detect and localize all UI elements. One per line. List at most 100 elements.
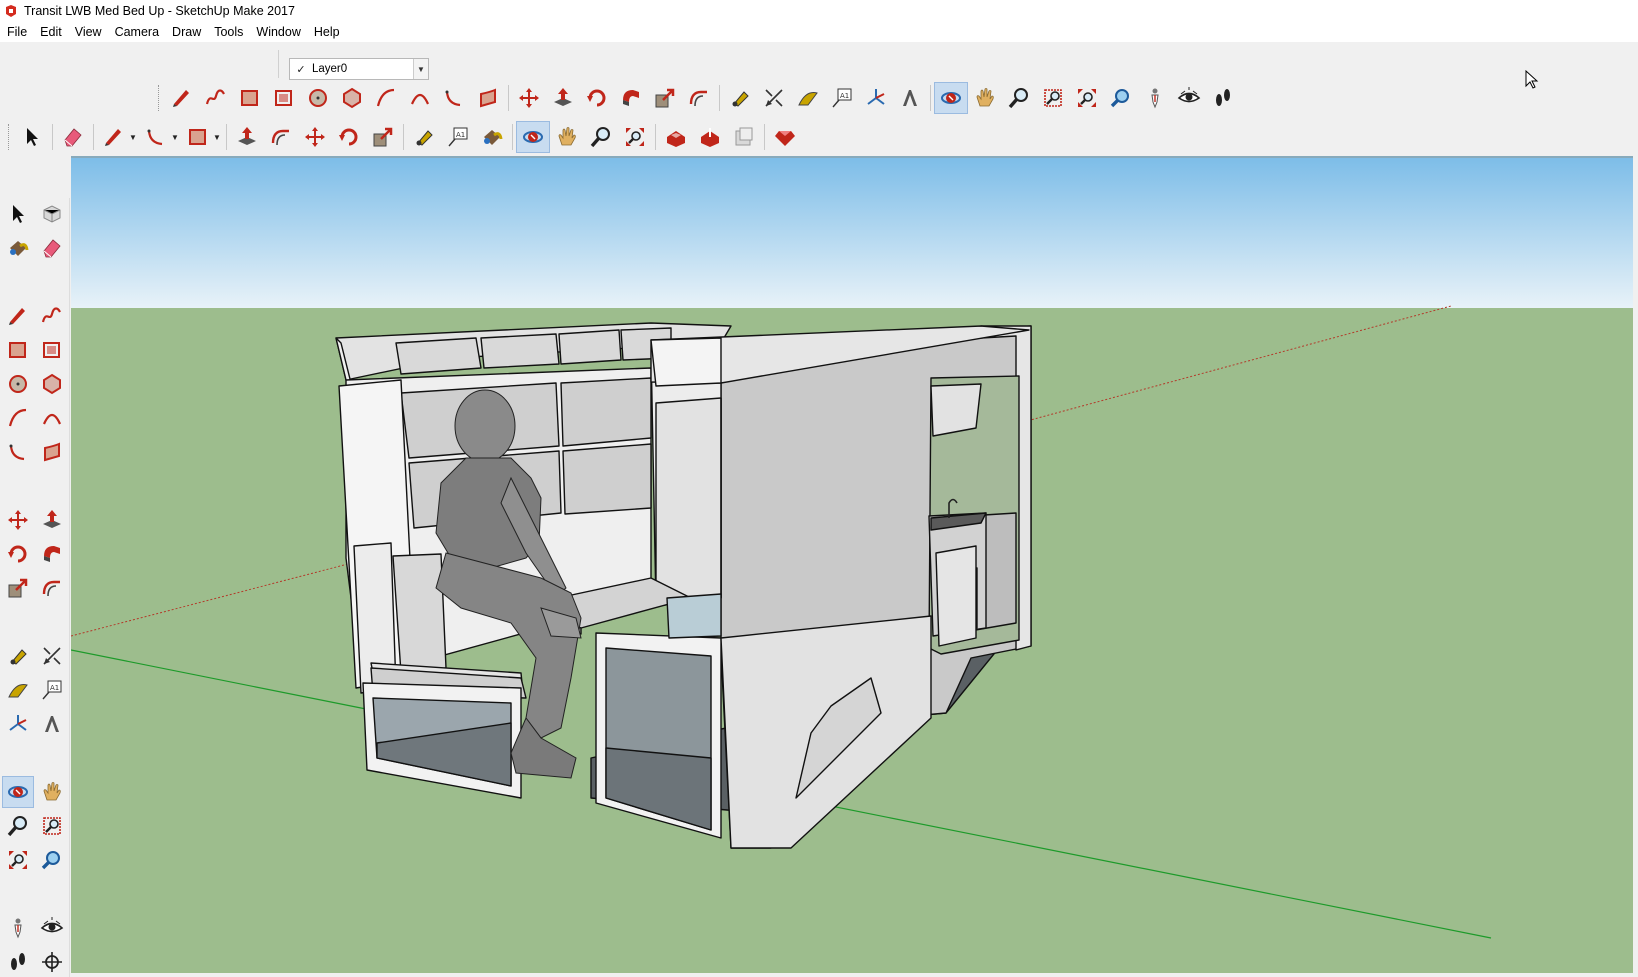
- follow-me-button[interactable]: [614, 82, 648, 114]
- zoom-extents-button-2[interactable]: [618, 121, 652, 153]
- previous-view-button[interactable]: [1104, 82, 1138, 114]
- circle-tool-button[interactable]: [301, 82, 335, 114]
- look-around-tool[interactable]: [36, 912, 68, 944]
- axes-tool-button[interactable]: [859, 82, 893, 114]
- 3d-scene[interactable]: [71, 158, 1633, 973]
- share-model-button[interactable]: [693, 121, 727, 153]
- eraser-tool-button[interactable]: [56, 121, 90, 153]
- two-point-arc-tool[interactable]: [36, 402, 68, 434]
- orbit-tool-button-2[interactable]: [516, 121, 550, 153]
- pie-tool[interactable]: [36, 436, 68, 468]
- toolbar-grip[interactable]: [8, 124, 11, 150]
- paint-bucket-tool[interactable]: [2, 232, 34, 264]
- position-camera-button[interactable]: [1138, 82, 1172, 114]
- move-tool[interactable]: [2, 504, 34, 536]
- arc-tool[interactable]: [2, 402, 34, 434]
- offset-tool[interactable]: [36, 572, 68, 604]
- arc-tool-button[interactable]: [369, 82, 403, 114]
- line-tool-button[interactable]: [165, 82, 199, 114]
- text-tool-button-2[interactable]: A1: [441, 121, 475, 153]
- protractor-button[interactable]: [791, 82, 825, 114]
- toolbar-grip[interactable]: [158, 85, 161, 111]
- extension-warehouse-button[interactable]: [768, 121, 802, 153]
- section-plane-tool[interactable]: [36, 946, 68, 977]
- freehand-tool[interactable]: [36, 300, 68, 332]
- select-tool-button[interactable]: [15, 121, 49, 153]
- position-camera-tool[interactable]: [2, 912, 34, 944]
- dimension-tool-button[interactable]: [757, 82, 791, 114]
- look-around-button[interactable]: [1172, 82, 1206, 114]
- menu-camera[interactable]: Camera: [110, 22, 164, 42]
- move-tool-button[interactable]: [512, 82, 546, 114]
- follow-me-tool[interactable]: [36, 538, 68, 570]
- pie-tool-button[interactable]: [471, 82, 505, 114]
- menu-file[interactable]: File: [2, 22, 32, 42]
- three-point-arc-tool[interactable]: [2, 436, 34, 468]
- 3d-text-tool[interactable]: [36, 708, 68, 740]
- zoom-extents-tool[interactable]: [2, 844, 34, 876]
- tape-measure-button-2[interactable]: [407, 121, 441, 153]
- pan-tool-button-2[interactable]: [550, 121, 584, 153]
- dimension-tool[interactable]: [36, 640, 68, 672]
- rotate-tool-button[interactable]: [580, 82, 614, 114]
- circle-tool[interactable]: [2, 368, 34, 400]
- move-tool-button-2[interactable]: [298, 121, 332, 153]
- zoom-window-tool[interactable]: [36, 810, 68, 842]
- rotate-tool[interactable]: [2, 538, 34, 570]
- text-tool-button[interactable]: A1: [825, 82, 859, 114]
- select-tool[interactable]: [2, 198, 34, 230]
- menu-draw[interactable]: Draw: [167, 22, 206, 42]
- model-viewport[interactable]: [71, 156, 1633, 973]
- scale-tool-button[interactable]: [648, 82, 682, 114]
- shape-tool-button[interactable]: [181, 121, 215, 153]
- 3d-warehouse-button[interactable]: [659, 121, 693, 153]
- rectangle-tool-button[interactable]: [233, 82, 267, 114]
- layer-select[interactable]: ✓ Layer0 ▼: [289, 58, 429, 80]
- rotated-rectangle-button[interactable]: [267, 82, 301, 114]
- polygon-tool-button[interactable]: [335, 82, 369, 114]
- menu-tools[interactable]: Tools: [209, 22, 248, 42]
- walk-tool-button[interactable]: [1206, 82, 1240, 114]
- pan-tool[interactable]: [36, 776, 68, 808]
- menu-help[interactable]: Help: [309, 22, 345, 42]
- push-pull-tool[interactable]: [36, 504, 68, 536]
- menu-view[interactable]: View: [70, 22, 107, 42]
- pan-tool-button[interactable]: [968, 82, 1002, 114]
- menu-edit[interactable]: Edit: [35, 22, 67, 42]
- rotated-rectangle-tool[interactable]: [36, 334, 68, 366]
- offset-tool-button[interactable]: [682, 82, 716, 114]
- scale-tool-button-2[interactable]: [366, 121, 400, 153]
- line-tool[interactable]: [2, 300, 34, 332]
- previous-view-tool[interactable]: [36, 844, 68, 876]
- rotate-tool-button-2[interactable]: [332, 121, 366, 153]
- push-pull-button-2[interactable]: [230, 121, 264, 153]
- tape-measure-button[interactable]: [723, 82, 757, 114]
- rectangle-tool[interactable]: [2, 334, 34, 366]
- freehand-tool-button[interactable]: [199, 82, 233, 114]
- push-pull-button[interactable]: [546, 82, 580, 114]
- protractor-tool[interactable]: [2, 674, 34, 706]
- two-point-arc-button[interactable]: [403, 82, 437, 114]
- zoom-tool-button-2[interactable]: [584, 121, 618, 153]
- make-component-tool[interactable]: [36, 198, 68, 230]
- text-tool[interactable]: A1: [36, 674, 68, 706]
- 3d-text-button[interactable]: [893, 82, 927, 114]
- line-tool-button-2[interactable]: [97, 121, 131, 153]
- orbit-tool[interactable]: [2, 776, 34, 808]
- zoom-tool[interactable]: [2, 810, 34, 842]
- zoom-extents-button[interactable]: [1070, 82, 1104, 114]
- tape-measure-tool[interactable]: [2, 640, 34, 672]
- walk-tool[interactable]: [2, 946, 34, 977]
- eraser-tool[interactable]: [36, 232, 68, 264]
- share-component-button[interactable]: [727, 121, 761, 153]
- chevron-down-icon[interactable]: ▼: [413, 59, 428, 79]
- menu-window[interactable]: Window: [251, 22, 305, 42]
- orbit-tool-button[interactable]: [934, 82, 968, 114]
- three-point-arc-button[interactable]: [437, 82, 471, 114]
- paint-bucket-button[interactable]: [475, 121, 509, 153]
- zoom-tool-button[interactable]: [1002, 82, 1036, 114]
- arc-tool-button-2[interactable]: [139, 121, 173, 153]
- scale-tool[interactable]: [2, 572, 34, 604]
- axes-tool[interactable]: [2, 708, 34, 740]
- offset-tool-button-2[interactable]: [264, 121, 298, 153]
